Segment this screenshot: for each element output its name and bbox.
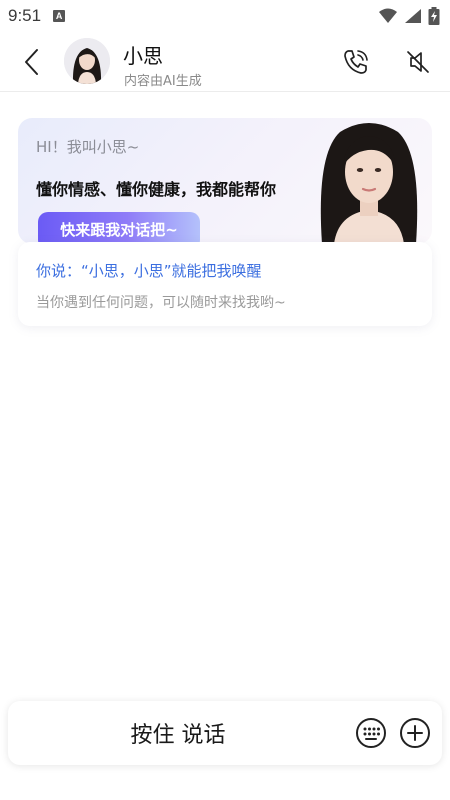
keyboard-button[interactable] [354, 716, 388, 750]
intro-card: HI！我叫小思~ 懂你情感、懂你健康，我都能帮你 快来跟我对话把~ [18, 118, 432, 244]
keyboard-icon [356, 718, 386, 748]
wake-word-hint: 当你遇到任何问题，可以随时来找我哟~ [36, 295, 286, 311]
wake-word-instruction: 你说：“小思，小思”就能把我唤醒 [36, 262, 262, 280]
ai-generated-notice: 内容由AI生成 [124, 74, 202, 89]
avatar[interactable] [64, 38, 110, 84]
back-button[interactable] [14, 44, 50, 80]
back-icon [25, 49, 38, 75]
plus-icon [400, 718, 430, 748]
greeting-text: HI！我叫小思~ [36, 138, 140, 156]
status-time: 9:51 [8, 6, 42, 25]
wake-word-card: 你说：“小思，小思”就能把我唤醒 当你遇到任何问题，可以随时来找我哟~ [18, 242, 432, 326]
input-bar: 按住 说话 [8, 701, 442, 765]
battery-charging-icon [428, 7, 440, 25]
wifi-icon [379, 8, 397, 23]
signal-icon [405, 9, 421, 23]
status-bar: 9:51 A [0, 0, 450, 32]
more-options-button[interactable] [398, 716, 432, 750]
phone-call-icon [344, 50, 368, 74]
tagline-text: 懂你情感、懂你健康，我都能帮你 [36, 180, 277, 199]
assistant-name: 小思 [123, 44, 163, 68]
voice-call-button[interactable] [338, 44, 374, 80]
assistant-portrait-image [320, 123, 418, 244]
speaker-mute-icon [407, 51, 429, 73]
hold-to-talk-button[interactable]: 按住 说话 [8, 701, 348, 765]
start-chat-button[interactable]: 快来跟我对话把~ [38, 212, 200, 244]
avatar-portrait-icon [64, 38, 110, 84]
chat-header: 小思 内容由AI生成 [0, 32, 450, 92]
mute-button[interactable] [400, 44, 436, 80]
app-badge-icon: A [53, 10, 66, 22]
